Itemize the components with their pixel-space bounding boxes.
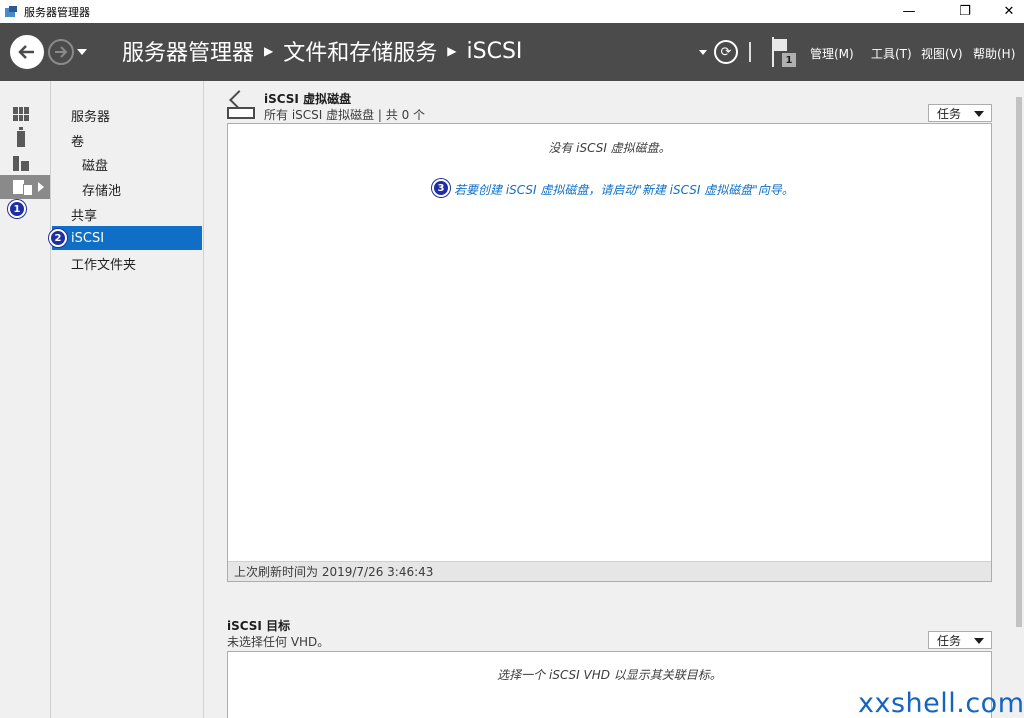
targets-subtitle: 未选择任何 VHD。	[227, 635, 330, 649]
main-content: iSCSI 虚拟磁盘 所有 iSCSI 虚拟磁盘 | 共 0 个 任务 没有 i…	[205, 81, 1024, 718]
subnav-item-volumes[interactable]: 卷	[52, 128, 202, 152]
subnav-item-disks[interactable]: 磁盘	[52, 152, 202, 176]
annotation-badge-1: 1	[8, 200, 26, 218]
iscsi-virtual-disk-icon	[227, 90, 257, 123]
rail-item-all-servers[interactable]	[0, 151, 50, 175]
virtual-disks-tasks-button[interactable]: 任务	[928, 104, 992, 122]
virtual-disks-empty-message: 没有 iSCSI 虚拟磁盘。	[548, 141, 671, 155]
refresh-dropdown-icon[interactable]	[699, 23, 707, 81]
vertical-scrollbar[interactable]	[1014, 81, 1024, 718]
targets-empty-message: 选择一个 iSCSI VHD 以显示其关联目标。	[497, 668, 722, 682]
flag-cloth	[774, 39, 787, 51]
targets-tasks-button[interactable]: 任务	[928, 631, 992, 649]
last-refresh-status: 上次刷新时间为 2019/7/26 3:46:43	[228, 561, 991, 581]
back-button[interactable]	[10, 35, 44, 69]
back-arrow-icon	[18, 45, 34, 59]
breadcrumb-item-file-storage[interactable]: 文件和存储服务	[283, 35, 437, 67]
scrollbar-thumb[interactable]	[1016, 97, 1022, 627]
notification-count-badge: 1	[782, 53, 796, 67]
menu-view[interactable]: 视图(V)	[921, 45, 963, 62]
annotation-badge-3: 3	[432, 179, 450, 197]
header-divider	[749, 42, 751, 62]
server-manager-app-icon	[4, 5, 18, 19]
disk-shape	[227, 107, 255, 119]
chevron-down-icon	[974, 111, 984, 117]
file-storage-icon	[13, 180, 33, 196]
close-button[interactable]: ✕	[986, 0, 1024, 23]
virtual-disks-title: iSCSI 虚拟磁盘	[264, 92, 352, 106]
local-server-icon	[17, 127, 25, 147]
breadcrumb-separator-icon: ▶	[264, 44, 274, 58]
tasks-label: 任务	[937, 106, 962, 121]
notifications-button[interactable]: 1	[770, 37, 798, 67]
subnav-item-storage-pools[interactable]: 存储池	[52, 177, 202, 201]
all-servers-icon	[13, 155, 29, 171]
minimize-button[interactable]: —	[886, 0, 932, 23]
menu-tools[interactable]: 工具(T)	[871, 45, 912, 62]
tasks-label: 任务	[937, 633, 962, 648]
rail-item-dashboard[interactable]	[0, 102, 50, 126]
breadcrumb: 服务器管理器 ▶ 文件和存储服务 ▶ iSCSI	[122, 35, 523, 67]
rail-item-file-storage[interactable]	[0, 175, 50, 199]
forward-button[interactable]	[48, 39, 74, 65]
subnav-pane: 服务器 卷 磁盘 存储池 共享 iSCSI 工作文件夹 2	[49, 81, 204, 718]
title-bar: 服务器管理器 — ❐ ✕	[0, 0, 1024, 23]
window-title: 服务器管理器	[24, 5, 90, 19]
new-virtual-disk-wizard-link[interactable]: 若要创建 iSCSI 虚拟磁盘，请启动"新建 iSCSI 虚拟磁盘"向导。	[454, 181, 794, 198]
history-dropdown-icon[interactable]	[77, 49, 87, 55]
icon-rail: 1	[0, 81, 51, 718]
expand-arrow-icon	[38, 182, 44, 192]
virtual-disks-subtitle: 所有 iSCSI 虚拟磁盘 | 共 0 个	[264, 108, 426, 122]
header-bar: 服务器管理器 ▶ 文件和存储服务 ▶ iSCSI ⟳ 1 管理(M) 工具(T)…	[0, 23, 1024, 81]
dashboard-icon	[13, 107, 29, 121]
annotation-badge-2: 2	[49, 229, 67, 247]
refresh-icon: ⟳	[720, 44, 732, 60]
menu-help[interactable]: 帮助(H)	[973, 45, 1015, 62]
subnav-item-iscsi[interactable]: iSCSI	[52, 226, 202, 250]
restore-button[interactable]: ❐	[942, 0, 988, 23]
forward-arrow-icon	[55, 46, 68, 58]
rail-item-local-server[interactable]	[0, 127, 50, 151]
subnav-item-servers[interactable]: 服务器	[52, 103, 202, 127]
refresh-button[interactable]: ⟳	[714, 40, 738, 64]
virtual-disks-panel: 没有 iSCSI 虚拟磁盘。 3 若要创建 iSCSI 虚拟磁盘，请启动"新建 …	[227, 123, 992, 582]
breadcrumb-separator-icon: ▶	[447, 44, 457, 58]
menu-manage[interactable]: 管理(M)	[810, 45, 854, 62]
chevron-down-icon	[974, 638, 984, 644]
breadcrumb-item-iscsi: iSCSI	[466, 38, 523, 64]
subnav-item-work-folders[interactable]: 工作文件夹	[52, 251, 202, 275]
subnav-item-shares[interactable]: 共享	[52, 202, 202, 226]
targets-title: iSCSI 目标	[227, 619, 291, 633]
watermark: xxshell.com	[858, 688, 1024, 718]
breadcrumb-item-server-manager[interactable]: 服务器管理器	[122, 35, 254, 67]
